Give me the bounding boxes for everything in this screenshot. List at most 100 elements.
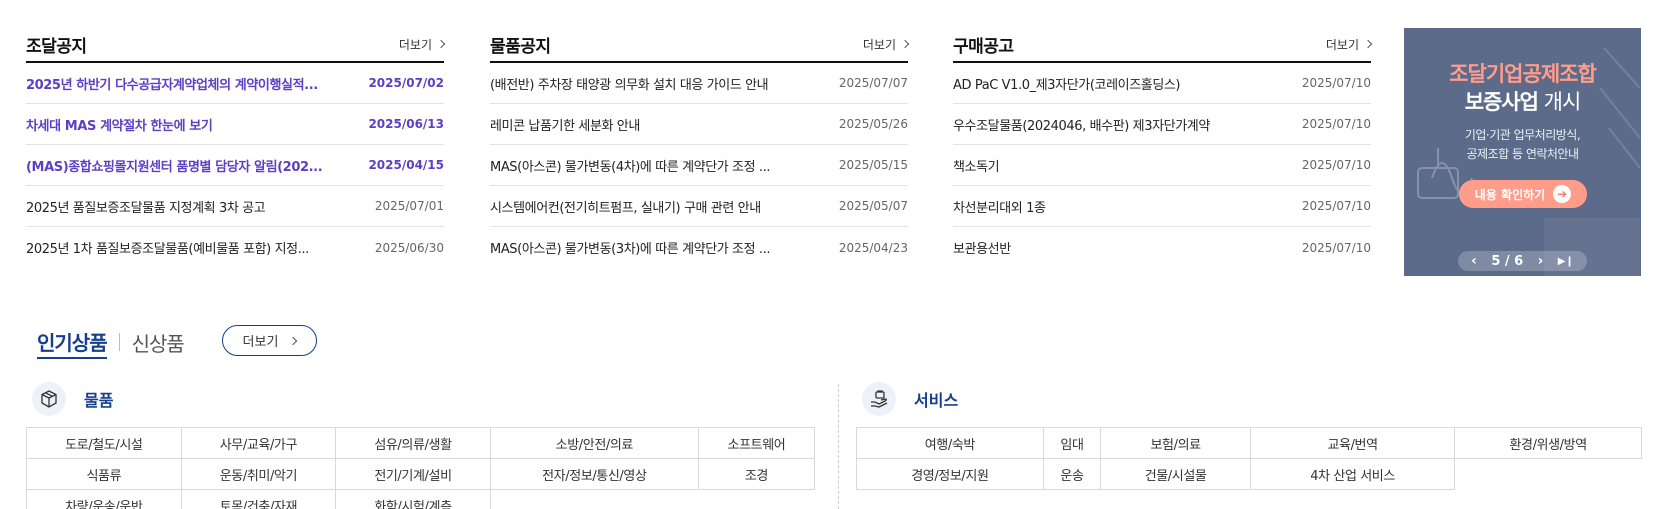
category-cell[interactable]: 경영/정보/지원 [856, 458, 1044, 490]
notice-item-title[interactable]: 2025년 하반기 다수공급자계약업체의 계약이행실적... [26, 74, 318, 93]
category-row: 도로/철도/시설 사무/교육/가구 섬유/의류/생활 소방/안전/의료 소프트웨어 [26, 427, 816, 459]
notice-item-title[interactable]: 2025년 1차 품질보증조달물품(예비물품 포함) 지정... [26, 238, 309, 257]
category-cell[interactable]: 토목/건축/자재 [180, 489, 337, 509]
arrow-right-icon: ➜ [1553, 185, 1572, 203]
category-cell[interactable]: 소방/안전/의료 [489, 427, 699, 459]
notice-column-procurement: 조달공지 더보기 2025년 하반기 다수공급자계약업체의 계약이행실적... 2… [26, 27, 446, 268]
empty-cell [490, 490, 698, 509]
notice-title: 구매공고 [953, 36, 1014, 57]
notice-item-title[interactable]: (배전반) 주차장 태양광 의무화 설치 대응 가이드 안내 [490, 74, 768, 93]
banner-subtitle: 보증사업 개시 [1464, 90, 1582, 114]
services-label: 서비스 [914, 391, 959, 410]
hand-service-icon [862, 382, 896, 416]
category-cell[interactable]: 교육/번역 [1249, 427, 1456, 459]
category-cell[interactable]: 조경 [697, 458, 816, 490]
category-cell[interactable]: 운송 [1042, 458, 1102, 490]
category-cell[interactable]: 운동/취미/악기 [180, 458, 337, 490]
tab-divider [118, 333, 120, 351]
notice-item-date: 2025/04/15 [368, 158, 444, 172]
notice-item-date: 2025/06/13 [368, 117, 444, 131]
play-pause-icon[interactable]: ▶❙ [1558, 256, 1574, 267]
prev-slide-button[interactable]: ‹ [1471, 253, 1477, 269]
notice-item-date: 2025/05/15 [838, 158, 908, 172]
notice-item[interactable]: 레미콘 납품기한 세분화 안내 2025/05/26 [490, 104, 908, 145]
notice-item[interactable]: 2025년 1차 품질보증조달물품(예비물품 포함) 지정... 2025/06/… [26, 227, 444, 268]
category-cell[interactable]: 식품류 [26, 458, 182, 490]
notice-header: 조달공지 더보기 [26, 27, 446, 63]
notice-item-title[interactable]: MAS(아스콘) 물가변동(3차)에 따른 계약단가 조정 ... [490, 238, 770, 257]
category-cell[interactable]: 차량/운송/운반 [26, 489, 182, 509]
goods-category-header: 물품 [32, 382, 113, 416]
services-category-grid: 여행/숙박 임대 보험/의료 교육/번역 환경/위생/방역 경영/정보/지원 운송 건물/시설… [856, 427, 1642, 490]
notice-item[interactable]: MAS(아스콘) 물가변동(3차)에 따른 계약단가 조정 ... 2025/04… [490, 227, 908, 268]
notice-item[interactable]: AD PaC V1.0_제3자단가(코레이즈홀딩스) 2025/07/10 [953, 63, 1371, 104]
chevron-right-icon [436, 39, 446, 49]
products-more-button[interactable]: 더보기 [222, 325, 317, 356]
notice-item-title[interactable]: 차선분리대외 1종 [953, 197, 1046, 216]
notice-item[interactable]: MAS(아스콘) 물가변동(4차)에 따른 계약단가 조정 ... 2025/05… [490, 145, 908, 186]
tab-new[interactable]: 신상품 [132, 325, 185, 359]
notice-title: 물품공지 [490, 36, 551, 57]
notice-item-title[interactable]: 2025년 품질보증조달물품 지정계획 3차 공고 [26, 197, 265, 216]
notice-item-title[interactable]: MAS(아스콘) 물가변동(4차)에 따른 계약단가 조정 ... [490, 156, 770, 175]
services-category-header: 서비스 [862, 382, 958, 416]
category-cell[interactable]: 4차 산업 서비스 [1249, 458, 1456, 490]
notice-item-title[interactable]: 보관용선반 [953, 238, 1011, 257]
notice-item[interactable]: 차세대 MAS 계약절차 한눈에 보기 2025/06/13 [26, 104, 444, 145]
promo-banner[interactable]: 조달기업공제조합 보증사업 개시 기업·기관 업무처리방식, 공제조합 등 연락… [1404, 28, 1641, 276]
notice-item-date: 2025/07/10 [1301, 158, 1371, 172]
notice-item-date: 2025/05/26 [838, 117, 908, 131]
chevron-right-icon [289, 336, 298, 345]
category-cell[interactable]: 환경/위생/방역 [1454, 427, 1642, 459]
goods-label: 물품 [84, 391, 114, 410]
notice-item[interactable]: 보관용선반 2025/07/10 [953, 227, 1371, 268]
notice-item-title[interactable]: 차세대 MAS 계약절차 한눈에 보기 [26, 115, 212, 134]
more-link[interactable]: 더보기 [1326, 36, 1373, 53]
notice-item[interactable]: (MAS)종합쇼핑몰지원센터 품명별 담당자 알림(202... 2025/04/… [26, 145, 444, 186]
banner-description: 기업·기관 업무처리방식, 공제조합 등 연락처안내 [1464, 128, 1581, 161]
tab-popular[interactable]: 인기상품 [37, 325, 108, 359]
product-tabs: 인기상품 신상품 [37, 325, 185, 359]
category-cell[interactable]: 여행/숙박 [856, 427, 1044, 459]
slide-counter: 5 / 6 [1491, 253, 1524, 269]
notice-item-date: 2025/07/07 [838, 76, 908, 90]
section-divider [838, 384, 839, 509]
notice-item-title[interactable]: 레미콘 납품기한 세분화 안내 [490, 115, 640, 134]
more-link[interactable]: 더보기 [863, 36, 910, 53]
category-cell[interactable]: 건물/시설물 [1100, 458, 1251, 490]
banner-title: 조달기업공제조합 [1449, 62, 1597, 86]
notice-item-date: 2025/04/23 [838, 240, 908, 255]
notice-item[interactable]: 우수조달물품(2024046, 배수판) 제3자단가계약 2025/07/10 [953, 104, 1371, 145]
category-cell[interactable]: 전기/기계/설비 [335, 458, 491, 490]
category-cell[interactable]: 도로/철도/시설 [26, 427, 182, 459]
notice-item-title[interactable]: (MAS)종합쇼핑몰지원센터 품명별 담당자 알림(202... [26, 156, 322, 175]
notice-item-title[interactable]: 우수조달물품(2024046, 배수판) 제3자단가계약 [953, 115, 1210, 134]
notice-title: 조달공지 [26, 36, 87, 57]
notice-item[interactable]: 2025년 하반기 다수공급자계약업체의 계약이행실적... 2025/07/02 [26, 63, 444, 104]
notice-list: (배전반) 주차장 태양광 의무화 설치 대응 가이드 안내 2025/07/07… [490, 63, 908, 268]
category-cell[interactable]: 전자/정보/통신/영상 [489, 458, 699, 490]
next-slide-button[interactable]: › [1538, 253, 1544, 269]
notice-item[interactable]: 시스템에어컨(전기히트펌프, 실내기) 구매 관련 안내 2025/05/07 [490, 186, 908, 227]
banner-detail-button[interactable]: 내용 확인하기 ➜ [1459, 180, 1587, 208]
notice-item[interactable]: 차선분리대외 1종 2025/07/10 [953, 186, 1371, 227]
chevron-right-icon [1363, 39, 1373, 49]
notice-item[interactable]: 2025년 품질보증조달물품 지정계획 3차 공고 2025/07/01 [26, 186, 444, 227]
notice-item-date: 2025/07/10 [1301, 76, 1371, 90]
box-icon [32, 382, 66, 416]
notice-item[interactable]: (배전반) 주차장 태양광 의무화 설치 대응 가이드 안내 2025/07/07 [490, 63, 908, 104]
category-row: 경영/정보/지원 운송 건물/시설물 4차 산업 서비스 [856, 458, 1642, 490]
category-cell[interactable]: 소프트웨어 [697, 427, 816, 459]
notice-item[interactable]: 책소독기 2025/07/10 [953, 145, 1371, 186]
category-cell[interactable]: 화학/시험/계측 [335, 489, 491, 509]
category-cell[interactable]: 임대 [1042, 427, 1102, 459]
category-row: 차량/운송/운반 토목/건축/자재 화학/시험/계측 [26, 489, 815, 509]
category-cell[interactable]: 섬유/의류/생활 [335, 427, 491, 459]
notice-item-title[interactable]: AD PaC V1.0_제3자단가(코레이즈홀딩스) [953, 74, 1180, 93]
more-link[interactable]: 더보기 [399, 36, 446, 53]
category-cell[interactable]: 보험/의료 [1100, 427, 1251, 459]
notice-item-title[interactable]: 책소독기 [953, 156, 999, 175]
notice-item-title[interactable]: 시스템에어컨(전기히트펌프, 실내기) 구매 관련 안내 [490, 197, 761, 216]
category-cell[interactable]: 사무/교육/가구 [180, 427, 337, 459]
goods-category-grid: 도로/철도/시설 사무/교육/가구 섬유/의류/생활 소방/안전/의료 소프트웨어 식품류… [26, 427, 816, 509]
